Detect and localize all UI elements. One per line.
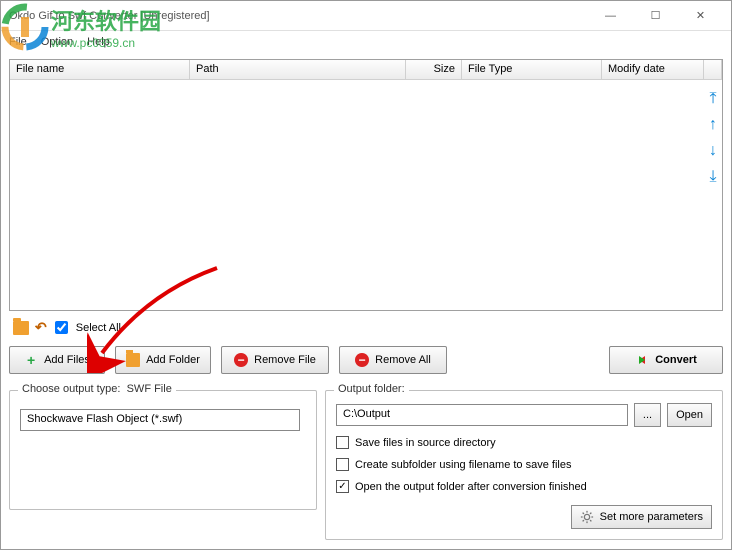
output-folder-input[interactable]: C:\Output — [336, 404, 628, 426]
output-format-field[interactable]: Shockwave Flash Object (*.swf) — [20, 409, 300, 431]
col-path[interactable]: Path — [190, 60, 406, 79]
remove-file-button[interactable]: − Remove File — [221, 346, 329, 374]
select-all-checkbox[interactable] — [55, 321, 68, 334]
close-button[interactable]: ✕ — [678, 2, 723, 30]
create-subfolder-label: Create subfolder using filename to save … — [355, 459, 571, 471]
output-folder-group: Output folder: C:\Output ... Open Save f… — [325, 390, 723, 540]
set-more-parameters-button[interactable]: Set more parameters — [571, 505, 712, 529]
create-subfolder-checkbox[interactable] — [336, 458, 349, 471]
select-all-row: ↶ Select All — [9, 311, 723, 344]
save-src-checkbox[interactable] — [336, 436, 349, 449]
open-folder-button[interactable]: Open — [667, 403, 712, 427]
col-modifydate[interactable]: Modify date — [602, 60, 704, 79]
col-filetype[interactable]: File Type — [462, 60, 602, 79]
watermark-logo — [1, 3, 49, 51]
minus-icon: − — [234, 353, 248, 367]
file-list[interactable]: File name Path Size File Type Modify dat… — [9, 59, 723, 311]
add-folder-button[interactable]: Add Folder — [115, 346, 211, 374]
output-type-label: Choose output type: — [22, 383, 120, 395]
action-button-row: + Add Files Add Folder − Remove File − R… — [9, 344, 723, 384]
move-bottom-icon[interactable]: ⤓ — [705, 169, 721, 185]
browse-button[interactable]: ... — [634, 403, 661, 427]
watermark-text-cn: 河东软件园 — [51, 4, 161, 36]
plus-icon: + — [24, 353, 38, 367]
open-after-checkbox[interactable]: ✓ — [336, 480, 349, 493]
move-top-icon[interactable]: ⤒ — [705, 91, 721, 107]
add-files-button[interactable]: + Add Files — [9, 346, 105, 374]
move-down-icon[interactable]: ↓ — [705, 143, 721, 159]
col-filename[interactable]: File name — [10, 60, 190, 79]
col-size[interactable]: Size — [406, 60, 462, 79]
move-up-icon[interactable]: ↑ — [705, 117, 721, 133]
output-type-value: SWF File — [127, 383, 172, 395]
gear-icon — [580, 510, 594, 524]
maximize-button[interactable]: ☐ — [633, 2, 678, 30]
select-all-label: Select All — [76, 322, 121, 334]
open-after-label: Open the output folder after conversion … — [355, 481, 587, 493]
folder-icon — [126, 353, 140, 367]
minus-icon: − — [355, 353, 369, 367]
folder-up-icon[interactable] — [13, 321, 29, 335]
col-spacer — [704, 60, 722, 79]
convert-button[interactable]: Convert — [609, 346, 723, 374]
watermark-overlay: 河东软件园 www.pc0359.cn — [1, 3, 161, 51]
remove-all-button[interactable]: − Remove All — [339, 346, 447, 374]
reorder-toolbar: ⤒ ↑ ↓ ⤓ — [705, 91, 721, 185]
watermark-text-url: www.pc0359.cn — [51, 36, 161, 50]
file-list-header: File name Path Size File Type Modify dat… — [10, 60, 722, 80]
output-folder-label: Output folder: — [334, 383, 409, 395]
convert-icon — [635, 353, 649, 367]
minimize-button[interactable]: — — [588, 2, 633, 30]
save-src-label: Save files in source directory — [355, 437, 496, 449]
output-type-group: Choose output type: SWF File Shockwave F… — [9, 390, 317, 510]
